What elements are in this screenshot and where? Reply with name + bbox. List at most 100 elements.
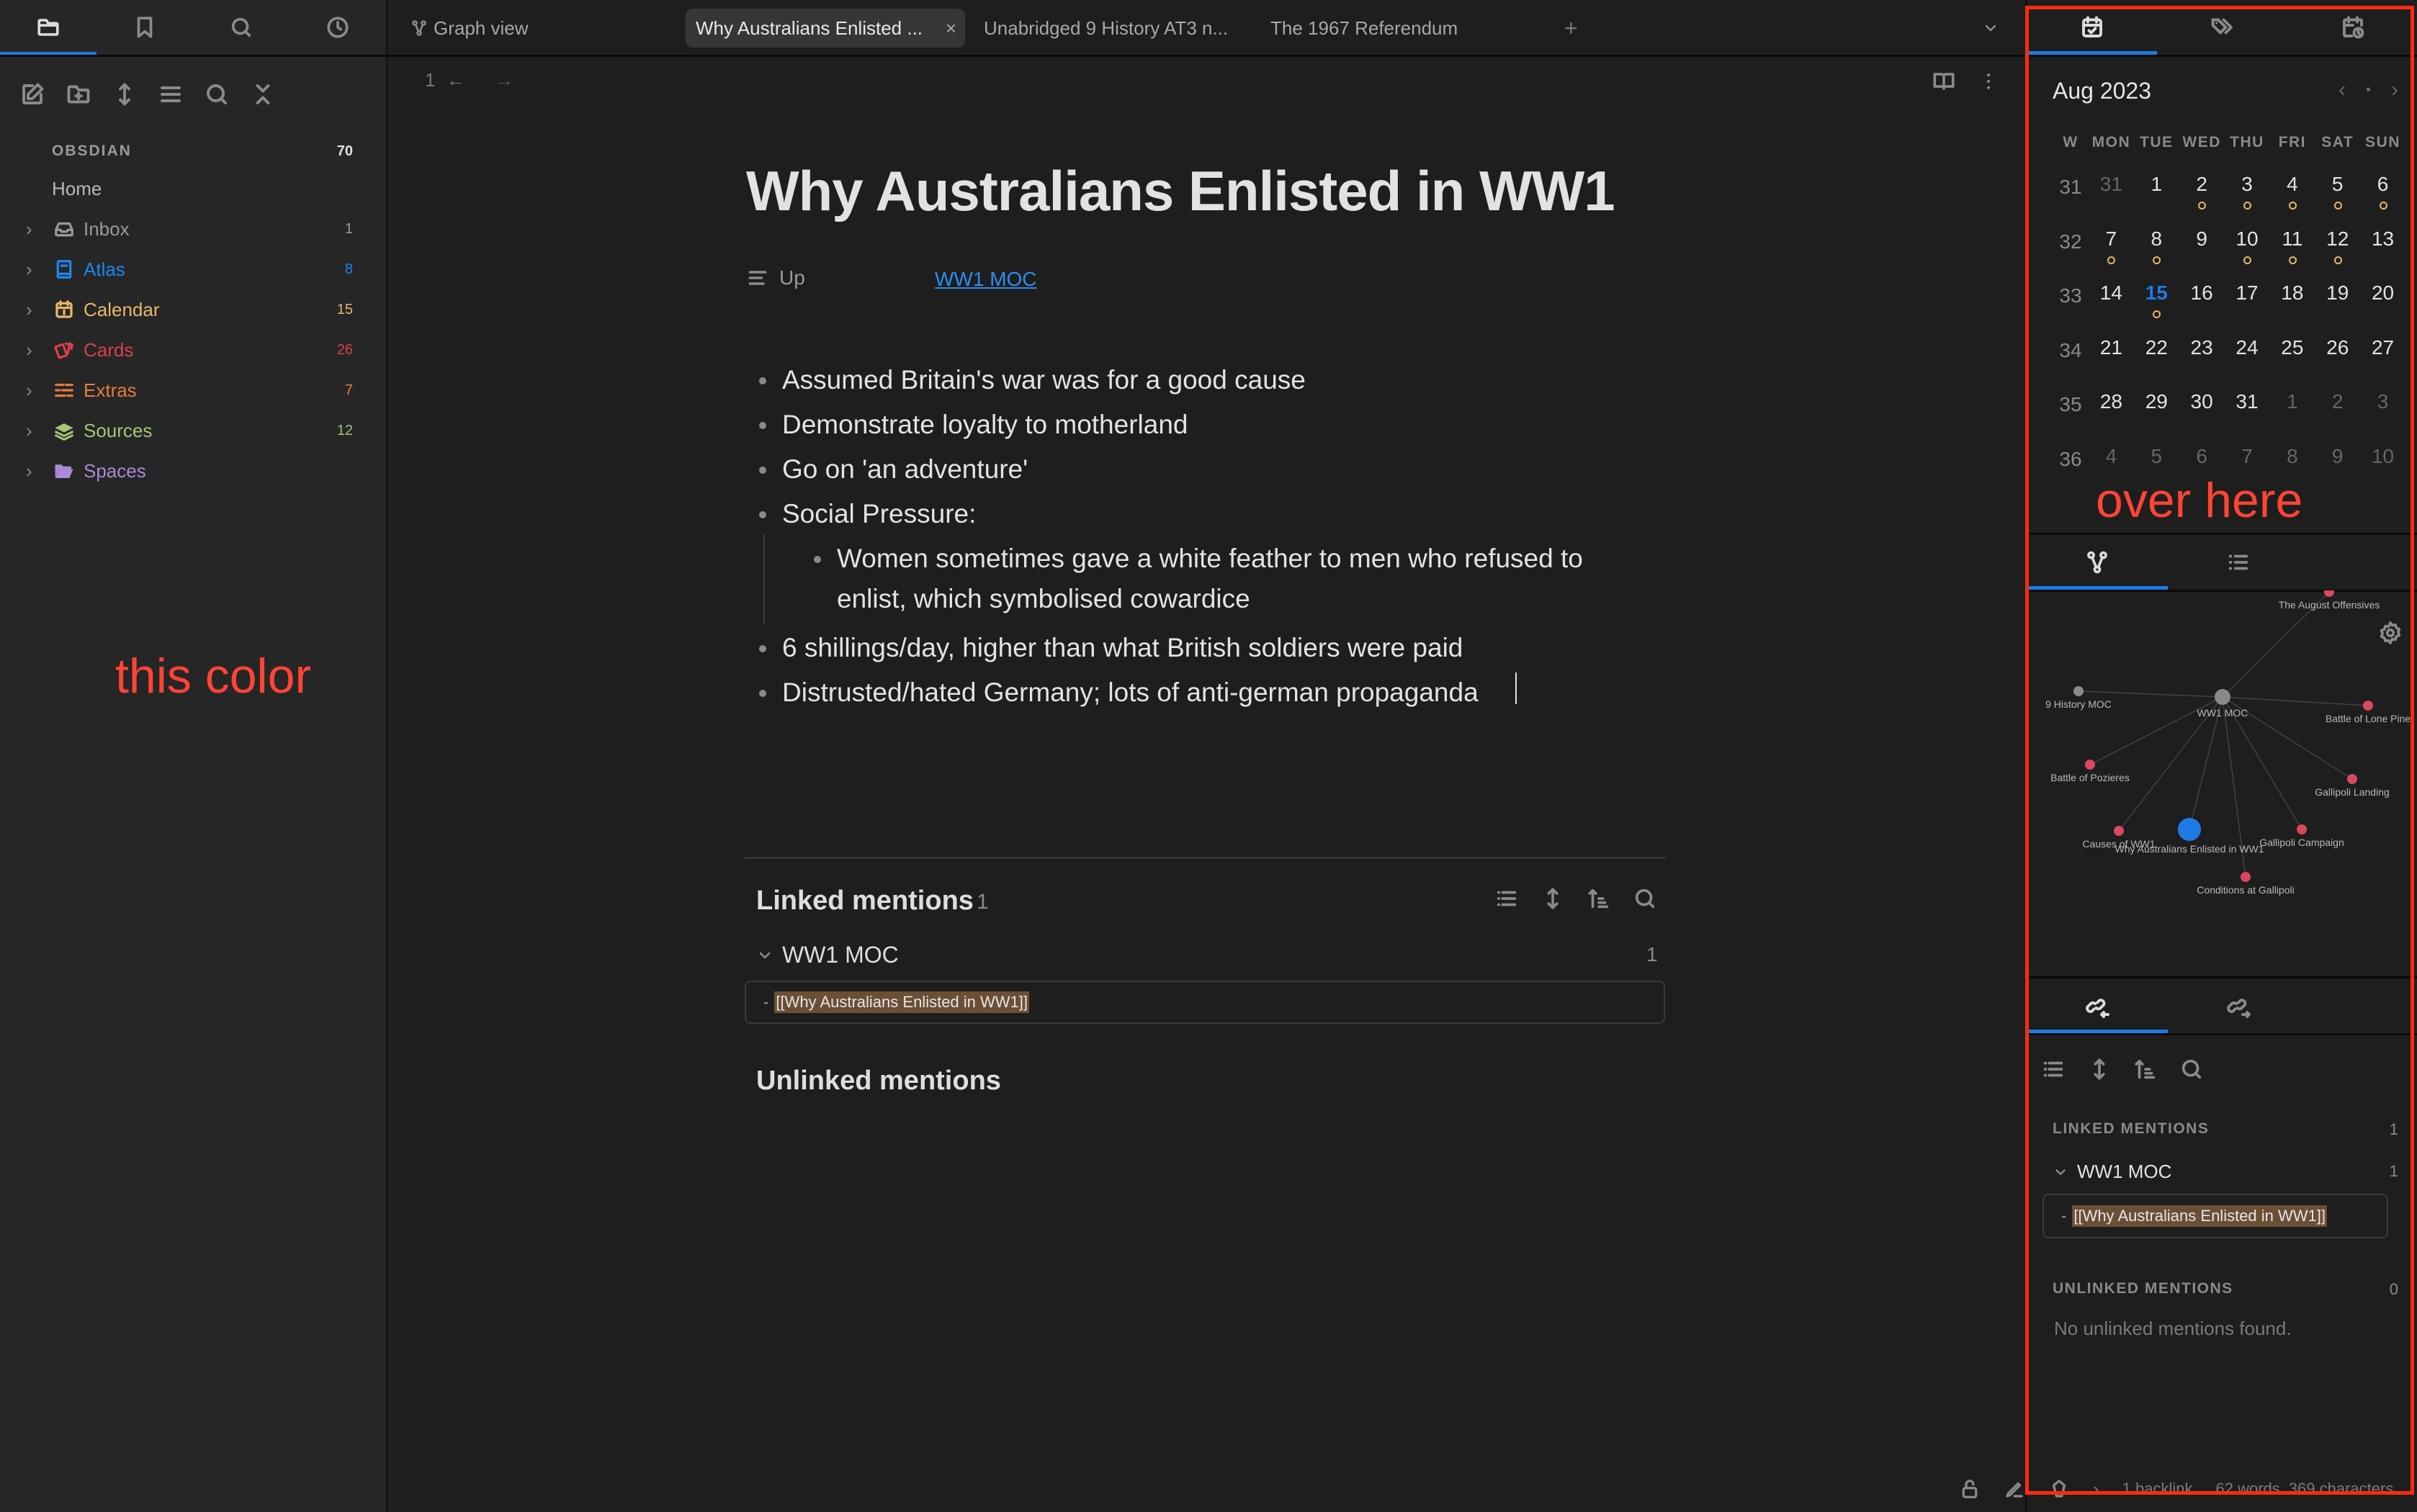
unlinked-mentions-heading[interactable]: UNLINKED MENTIONS [2053,1280,2233,1297]
calendar-day[interactable]: 10 [2225,226,2270,281]
chevron-right-icon[interactable]: › [2093,1478,2099,1500]
calendar-day[interactable]: 18 [2269,280,2315,335]
calendar-day-today[interactable]: 15 [2134,280,2179,335]
sort-mentions-button[interactable] [1584,884,1613,913]
edit-mode-icon[interactable] [2004,1478,2025,1500]
calendar-day[interactable]: 22 [2134,335,2179,390]
calendar-day[interactable]: 3 [2225,171,2270,226]
chevron-right-icon[interactable]: › [26,299,43,321]
calendar-day[interactable]: 21 [2089,335,2134,390]
today-button[interactable]: • [2366,78,2371,102]
folder-extras[interactable]: › Extras 7 [0,372,386,409]
calendar-day[interactable]: 28 [2089,389,2134,444]
auto-reveal-button[interactable] [156,79,186,109]
vault-header[interactable]: OBSDIAN 70 [0,132,386,170]
graph-node[interactable] [2215,689,2230,705]
calendar-day[interactable]: 9 [2315,444,2360,498]
unlinked-mentions-title[interactable]: Unlinked mentions [756,1066,1001,1097]
linked-mentions-title[interactable]: Linked mentions [756,886,974,917]
search-files-button[interactable] [202,79,232,109]
unlock-icon[interactable] [1959,1478,1981,1500]
reading-view-button[interactable] [1932,69,1956,94]
folder-atlas[interactable]: › Atlas 8 [0,251,386,288]
calendar-day[interactable]: 29 [2134,389,2179,444]
property-value-link[interactable]: WW1 MOC [935,268,1037,291]
calendar-day[interactable]: 8 [2134,226,2179,281]
chevron-right-icon[interactable]: › [26,339,43,361]
more-options-button[interactable] [1978,69,1999,94]
week-number[interactable]: 33 [2053,280,2089,335]
tab-why-australians-enlisted[interactable]: Why Australians Enlisted ... × [686,9,965,48]
calendar-day[interactable]: 1 [2134,171,2179,226]
calendar-day[interactable]: 14 [2089,280,2134,335]
calendar-day[interactable]: 31 [2225,389,2270,444]
calendar-day[interactable]: 6 [2360,171,2405,226]
search-mentions-button[interactable] [1631,884,1659,913]
calendar-day[interactable]: 7 [2089,226,2134,281]
tab-files[interactable] [0,0,97,55]
search-mentions-button[interactable] [2179,1057,2204,1081]
week-number[interactable]: 34 [2053,335,2089,390]
week-number[interactable]: 31 [2053,171,2089,226]
graph-node[interactable] [2085,760,2095,770]
tab-bookmarks[interactable] [97,0,193,55]
tab-tags[interactable] [2157,0,2287,55]
list-item[interactable]: Go on 'an adventure' [759,449,1632,490]
list-item[interactable]: 6 shillings/day, higher than what Britis… [759,628,1632,668]
week-number[interactable]: 32 [2053,226,2089,281]
list-item[interactable]: Assumed Britain's war was for a good cau… [759,360,1632,400]
note-title[interactable]: Why Australians Enlisted in WW1 [746,158,1615,224]
tab-1967-referendum[interactable]: The 1967 Referendum [1260,9,1468,48]
calendar-day[interactable]: 25 [2269,335,2315,390]
note-home[interactable]: Home [0,170,386,207]
calendar-day[interactable]: 4 [2269,171,2315,226]
sort-button[interactable] [109,79,140,109]
chevron-right-icon[interactable]: › [26,379,43,402]
graph-node[interactable] [2241,872,2251,882]
chevron-right-icon[interactable]: › [26,460,43,482]
sort-mentions-button[interactable] [2133,1057,2158,1081]
calendar-day[interactable]: 11 [2269,226,2315,281]
calendar-day[interactable]: 27 [2360,335,2405,390]
graph-settings-button[interactable] [2378,621,2403,645]
calendar-day[interactable]: 30 [2179,389,2225,444]
tab-backlinks[interactable] [2027,978,2168,1033]
calendar-day[interactable]: 9 [2179,226,2225,281]
calendar-day[interactable]: 3 [2360,389,2405,444]
tab-graph-view[interactable]: Graph view [400,9,539,48]
graph-node[interactable] [2347,774,2357,784]
mention-snippet[interactable]: - [[Why Australians Enlisted in WW1]] [745,981,1665,1024]
backlink-snippet[interactable]: - [[Why Australians Enlisted in WW1]] [2042,1194,2388,1238]
folder-calendar[interactable]: › Calendar 15 [0,291,386,328]
tab-outline[interactable] [2168,535,2309,590]
tab-unabridged-9-history[interactable]: Unabridged 9 History AT3 n... [974,9,1238,48]
tab-periodic-notes[interactable] [2287,0,2417,55]
folder-spaces[interactable]: › Spaces [0,452,386,490]
calendar-day[interactable]: 24 [2225,335,2270,390]
sync-tag-icon[interactable] [2048,1478,2070,1500]
calendar-day[interactable]: 2 [2179,171,2225,226]
calendar-day[interactable]: 16 [2179,280,2225,335]
close-tab-icon[interactable]: × [946,17,956,40]
calendar-day[interactable]: 1 [2269,389,2315,444]
collapse-results-button[interactable] [1492,884,1521,913]
linked-mentions-heading[interactable]: LINKED MENTIONS [2053,1120,2209,1138]
backlink-count[interactable]: 1 backlink [2122,1480,2193,1498]
tab-local-graph[interactable] [2027,535,2168,590]
calendar-day[interactable]: 12 [2315,226,2360,281]
tab-search[interactable] [193,0,290,55]
chevron-right-icon[interactable]: › [26,420,43,442]
back-button[interactable]: ← [447,69,465,91]
linked-mention-group[interactable]: WW1 MOC [756,942,899,968]
calendar-day[interactable]: 10 [2360,444,2405,498]
graph-node[interactable] [2114,826,2124,836]
new-tab-button[interactable]: + [1554,9,1588,48]
calendar-day[interactable]: 5 [2315,171,2360,226]
show-more-context-button[interactable] [1538,884,1567,913]
chevron-right-icon[interactable]: › [26,258,43,281]
graph-node[interactable] [2178,818,2201,841]
list-item[interactable]: Social Pressure: [759,494,1632,534]
calendar-day[interactable]: 26 [2315,335,2360,390]
graph-node[interactable] [2073,686,2084,696]
tab-calendar[interactable] [2027,0,2157,55]
